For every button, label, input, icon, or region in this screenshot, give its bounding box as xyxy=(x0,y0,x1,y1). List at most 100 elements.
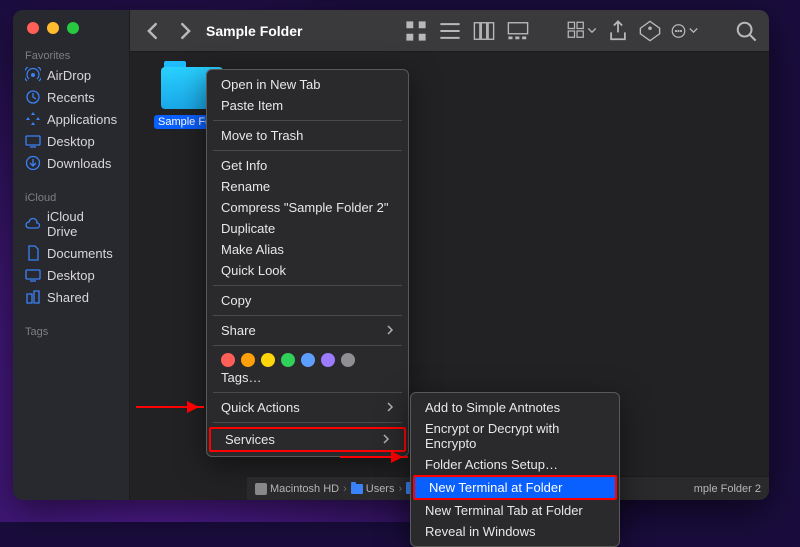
menu-item-label: New Terminal Tab at Folder xyxy=(425,503,583,518)
chevron-right-icon xyxy=(386,400,394,415)
disk-icon xyxy=(255,483,267,495)
doc-icon xyxy=(25,245,41,261)
search-button[interactable] xyxy=(735,20,757,42)
share-button[interactable] xyxy=(607,20,629,42)
menu-item[interactable]: Paste Item xyxy=(207,95,408,116)
forward-button[interactable] xyxy=(174,20,196,42)
list-view-button[interactable] xyxy=(439,20,461,42)
desktop-icon xyxy=(25,133,41,149)
minimize-window-button[interactable] xyxy=(47,22,59,34)
window-title: Sample Folder xyxy=(206,23,302,39)
annotation-highlight: New Terminal at Folder xyxy=(413,475,617,500)
apps-icon xyxy=(25,111,41,127)
menu-item-label: Duplicate xyxy=(221,221,275,236)
tag-color-dot[interactable] xyxy=(261,353,275,367)
sidebar-item-desktop[interactable]: Desktop xyxy=(13,130,129,152)
view-mode-group xyxy=(405,20,529,42)
tag-color-dot[interactable] xyxy=(301,353,315,367)
menu-item[interactable]: New Terminal Tab at Folder xyxy=(411,500,619,521)
menu-item-label: Compress "Sample Folder 2" xyxy=(221,200,388,215)
sidebar-item-airdrop[interactable]: AirDrop xyxy=(13,64,129,86)
sidebar-item-shared[interactable]: Shared xyxy=(13,286,129,308)
pathbar-item[interactable]: Macintosh HD xyxy=(255,483,339,495)
menu-item-label: Encrypt or Decrypt with Encrypto xyxy=(425,421,605,451)
sidebar-item-recents[interactable]: Recents xyxy=(13,86,129,108)
menu-item-label: Get Info xyxy=(221,158,267,173)
tag-color-row xyxy=(207,350,408,367)
menu-item[interactable]: Folder Actions Setup… xyxy=(411,454,619,475)
menu-separator xyxy=(213,285,402,286)
menu-item[interactable]: Compress "Sample Folder 2" xyxy=(207,197,408,218)
menu-item-label: Quick Look xyxy=(221,263,286,278)
menu-item[interactable]: Duplicate xyxy=(207,218,408,239)
sidebar-item-label: Desktop xyxy=(47,134,95,149)
group-by-button[interactable] xyxy=(567,20,597,42)
menu-item[interactable]: Copy xyxy=(207,290,408,311)
menu-item[interactable]: Add to Simple Antnotes xyxy=(411,397,619,418)
menu-item[interactable]: Quick Look xyxy=(207,260,408,281)
pathbar-item[interactable]: mple Folder 2 xyxy=(694,483,761,495)
sidebar: Favorites AirDrop Recents Applications Deskt… xyxy=(13,10,130,500)
menu-item-label: Folder Actions Setup… xyxy=(425,457,558,472)
folder-icon xyxy=(351,484,363,494)
menu-item[interactable]: Quick Actions xyxy=(207,397,408,418)
sidebar-section-label: Tags xyxy=(13,326,129,338)
annotation-arrow-1 xyxy=(136,406,204,408)
context-menu: Open in New Tab Paste Item Move to Trash Ge… xyxy=(206,69,409,457)
sidebar-section-label: iCloud xyxy=(13,192,129,204)
sidebar-item-icloud-drive[interactable]: iCloud Drive xyxy=(13,206,129,242)
sidebar-item-label: Desktop xyxy=(47,268,95,283)
sidebar-item-applications[interactable]: Applications xyxy=(13,108,129,130)
menu-item[interactable]: Make Alias xyxy=(207,239,408,260)
tag-color-dot[interactable] xyxy=(341,353,355,367)
sidebar-item-label: Downloads xyxy=(47,156,111,171)
menu-item[interactable]: Encrypt or Decrypt with Encrypto xyxy=(411,418,619,454)
menu-item[interactable]: Share xyxy=(207,320,408,341)
gallery-view-button[interactable] xyxy=(507,20,529,42)
airdrop-icon xyxy=(25,67,41,83)
tags-button[interactable] xyxy=(639,20,661,42)
menu-item[interactable]: Tags… xyxy=(207,367,408,388)
menu-separator xyxy=(213,345,402,346)
window-controls xyxy=(27,22,79,34)
sidebar-item-downloads[interactable]: Downloads xyxy=(13,152,129,174)
sidebar-item-desktop[interactable]: Desktop xyxy=(13,264,129,286)
sidebar-item-documents[interactable]: Documents xyxy=(13,242,129,264)
tag-color-dot[interactable] xyxy=(321,353,335,367)
menu-item[interactable]: Move to Trash xyxy=(207,125,408,146)
clock-icon xyxy=(25,89,41,105)
tag-color-dot[interactable] xyxy=(221,353,235,367)
menu-item[interactable]: Rename xyxy=(207,176,408,197)
menu-separator xyxy=(213,422,402,423)
menu-item-label: Copy xyxy=(221,293,251,308)
menu-item[interactable]: Open in New Tab xyxy=(207,74,408,95)
menu-item-label: Paste Item xyxy=(221,98,283,113)
menu-separator xyxy=(213,150,402,151)
menu-item-label: Add to Simple Antnotes xyxy=(425,400,560,415)
sidebar-item-label: Documents xyxy=(47,246,113,261)
actions-button[interactable] xyxy=(671,20,701,42)
tag-color-dot[interactable] xyxy=(281,353,295,367)
menu-item-label: New Terminal at Folder xyxy=(429,480,562,495)
sidebar-item-label: Shared xyxy=(47,290,89,305)
menu-item[interactable]: New Terminal at Folder xyxy=(415,477,615,498)
column-view-button[interactable] xyxy=(473,20,495,42)
menu-item-label: Rename xyxy=(221,179,270,194)
shared-icon xyxy=(25,289,41,305)
back-button[interactable] xyxy=(142,20,164,42)
sidebar-section-label: Favorites xyxy=(13,50,129,62)
menu-item[interactable]: Get Info xyxy=(207,155,408,176)
zoom-window-button[interactable] xyxy=(67,22,79,34)
close-window-button[interactable] xyxy=(27,22,39,34)
download-icon xyxy=(25,155,41,171)
menu-separator xyxy=(213,120,402,121)
annotation-highlight: Services xyxy=(209,427,406,452)
menu-item[interactable]: Services xyxy=(211,429,404,450)
menu-item-label: Tags… xyxy=(221,370,261,385)
sidebar-item-label: AirDrop xyxy=(47,68,91,83)
tag-color-dot[interactable] xyxy=(241,353,255,367)
sidebar-item-label: Recents xyxy=(47,90,95,105)
menu-item[interactable]: Reveal in Windows xyxy=(411,521,619,542)
pathbar-item[interactable]: Users xyxy=(351,483,395,495)
icon-view-button[interactable] xyxy=(405,20,427,42)
